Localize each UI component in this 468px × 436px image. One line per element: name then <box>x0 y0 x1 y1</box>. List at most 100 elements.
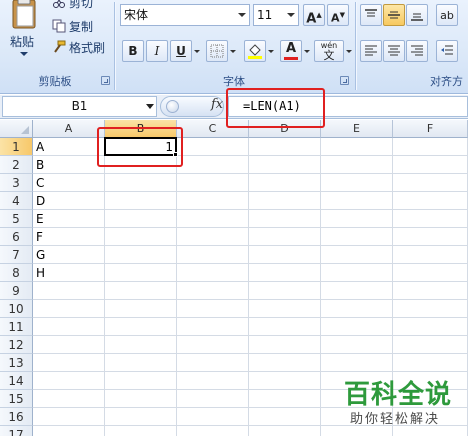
cell-d8[interactable] <box>249 264 321 282</box>
cell-f7[interactable] <box>393 246 468 264</box>
row-header-4[interactable]: 4 <box>0 192 33 210</box>
cell-f3[interactable] <box>393 174 468 192</box>
cell-d17[interactable] <box>249 426 321 436</box>
fill-color-dropdown-icon[interactable] <box>267 40 275 62</box>
cell-d2[interactable] <box>249 156 321 174</box>
row-header-10[interactable]: 10 <box>0 300 33 318</box>
cell-d1[interactable] <box>249 138 321 156</box>
row-header-14[interactable]: 14 <box>0 372 33 390</box>
cell-e4[interactable] <box>321 192 393 210</box>
cell-a5[interactable]: E <box>33 210 105 228</box>
cell-a10[interactable] <box>33 300 105 318</box>
cell-a16[interactable] <box>33 408 105 426</box>
cell-a11[interactable] <box>33 318 105 336</box>
cell-b13[interactable] <box>105 354 177 372</box>
row-header-5[interactable]: 5 <box>0 210 33 228</box>
align-left-button[interactable] <box>360 40 382 62</box>
cell-c2[interactable] <box>177 156 249 174</box>
font-name-select[interactable]: 宋体 <box>120 4 250 26</box>
paste-dropdown-icon[interactable] <box>20 52 28 56</box>
cell-b3[interactable] <box>105 174 177 192</box>
column-header-e[interactable]: E <box>321 120 393 138</box>
cell-b14[interactable] <box>105 372 177 390</box>
paste-button-label[interactable]: 粘贴 <box>10 33 34 50</box>
formula-input[interactable]: =LEN(A1) <box>228 96 468 117</box>
cell-e5[interactable] <box>321 210 393 228</box>
cell-f9[interactable] <box>393 282 468 300</box>
cell-e7[interactable] <box>321 246 393 264</box>
cell-c10[interactable] <box>177 300 249 318</box>
orientation-button[interactable]: ab <box>436 4 458 26</box>
cell-d11[interactable] <box>249 318 321 336</box>
cell-e8[interactable] <box>321 264 393 282</box>
cell-e1[interactable] <box>321 138 393 156</box>
cell-b5[interactable] <box>105 210 177 228</box>
fill-color-button[interactable] <box>244 40 266 62</box>
cell-a6[interactable]: F <box>33 228 105 246</box>
row-header-9[interactable]: 9 <box>0 282 33 300</box>
bold-button[interactable]: B <box>122 40 144 62</box>
cell-d6[interactable] <box>249 228 321 246</box>
clipboard-dialog-launcher-icon[interactable] <box>101 76 110 85</box>
shrink-font-button[interactable]: A▼ <box>327 4 349 26</box>
cell-f2[interactable] <box>393 156 468 174</box>
cell-b2[interactable] <box>105 156 177 174</box>
format-painter-button[interactable]: 格式刷 <box>52 38 105 56</box>
cell-f12[interactable] <box>393 336 468 354</box>
cell-f5[interactable] <box>393 210 468 228</box>
cell-c6[interactable] <box>177 228 249 246</box>
cell-b9[interactable] <box>105 282 177 300</box>
row-header-12[interactable]: 12 <box>0 336 33 354</box>
row-header-6[interactable]: 6 <box>0 228 33 246</box>
cell-a4[interactable]: D <box>33 192 105 210</box>
align-right-button[interactable] <box>406 40 428 62</box>
cell-b11[interactable] <box>105 318 177 336</box>
column-header-a[interactable]: A <box>33 120 105 138</box>
cell-a14[interactable] <box>33 372 105 390</box>
splitter-knob-icon[interactable] <box>166 100 179 113</box>
font-color-dropdown-icon[interactable] <box>303 40 311 62</box>
cell-c3[interactable] <box>177 174 249 192</box>
cell-d16[interactable] <box>249 408 321 426</box>
cell-c5[interactable] <box>177 210 249 228</box>
cell-b6[interactable] <box>105 228 177 246</box>
cell-f4[interactable] <box>393 192 468 210</box>
row-header-15[interactable]: 15 <box>0 390 33 408</box>
cell-e9[interactable] <box>321 282 393 300</box>
cell-c8[interactable] <box>177 264 249 282</box>
italic-button[interactable]: I <box>146 40 168 62</box>
fill-handle[interactable] <box>173 152 178 157</box>
borders-dropdown-icon[interactable] <box>229 40 237 62</box>
cell-b8[interactable] <box>105 264 177 282</box>
cell-e12[interactable] <box>321 336 393 354</box>
cell-c1[interactable] <box>177 138 249 156</box>
select-all-corner[interactable] <box>0 120 33 138</box>
cell-c13[interactable] <box>177 354 249 372</box>
phonetic-guide-button[interactable]: wén 文 <box>314 40 344 62</box>
cell-f11[interactable] <box>393 318 468 336</box>
insert-function-icon[interactable]: fx <box>211 97 223 112</box>
phonetic-dropdown-icon[interactable] <box>345 40 353 62</box>
column-header-b[interactable]: B <box>105 120 177 138</box>
name-box[interactable]: B1 <box>2 96 157 117</box>
underline-dropdown-icon[interactable] <box>193 40 201 62</box>
cell-c17[interactable] <box>177 426 249 436</box>
cell-e6[interactable] <box>321 228 393 246</box>
cell-f6[interactable] <box>393 228 468 246</box>
cell-b4[interactable] <box>105 192 177 210</box>
cell-b10[interactable] <box>105 300 177 318</box>
cell-d10[interactable] <box>249 300 321 318</box>
align-middle-button[interactable] <box>383 4 405 26</box>
cell-f10[interactable] <box>393 300 468 318</box>
cell-c15[interactable] <box>177 390 249 408</box>
cell-a3[interactable]: C <box>33 174 105 192</box>
cell-d5[interactable] <box>249 210 321 228</box>
row-header-1[interactable]: 1 <box>0 138 33 156</box>
row-header-17[interactable]: 17 <box>0 426 33 436</box>
cell-c12[interactable] <box>177 336 249 354</box>
row-header-16[interactable]: 16 <box>0 408 33 426</box>
cell-f1[interactable] <box>393 138 468 156</box>
grow-font-button[interactable]: A▲ <box>303 4 325 26</box>
cell-d12[interactable] <box>249 336 321 354</box>
cell-e3[interactable] <box>321 174 393 192</box>
